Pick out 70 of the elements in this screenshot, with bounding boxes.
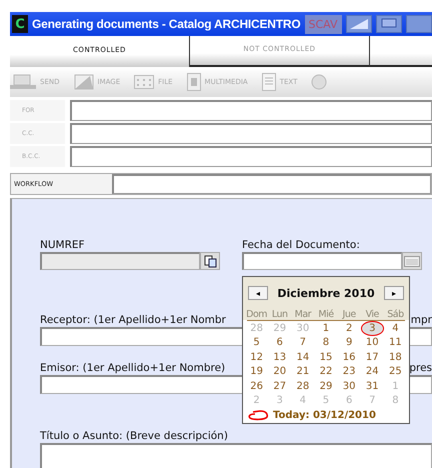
film-icon: [186, 73, 201, 91]
field-label: Título o Asunto: (Breve descripción): [40, 430, 229, 442]
weekday-label: Mié: [317, 309, 335, 320]
input-field[interactable]: [112, 174, 431, 194]
calendar-button[interactable]: [402, 252, 422, 270]
today-link[interactable]: Today: 03/12/2010: [273, 410, 376, 421]
calendar-day[interactable]: 1: [314, 321, 338, 336]
calendar-day[interactable]: 4: [384, 321, 407, 336]
field-label: mpr: [410, 314, 432, 326]
previous-month-button[interactable]: ◂: [248, 286, 268, 300]
calendar-day[interactable]: 22: [314, 364, 338, 379]
input-field[interactable]: [70, 100, 432, 121]
calendar-day[interactable]: 16: [338, 350, 361, 364]
input-field[interactable]: [70, 123, 432, 144]
calendar-day[interactable]: 3: [360, 321, 384, 336]
calendar-day[interactable]: 30: [338, 379, 361, 394]
month-title: Diciembre 2010: [277, 286, 375, 300]
field-label: Fecha del Documento:: [242, 239, 361, 251]
calendar-day[interactable]: 27: [268, 379, 292, 394]
calendar-day[interactable]: 15: [314, 350, 338, 364]
calendar-day[interactable]: 24: [360, 364, 384, 379]
weekday-label: Dom: [245, 309, 268, 320]
calendar-day[interactable]: 25: [384, 364, 407, 379]
monitor-icon[interactable]: [376, 15, 402, 33]
next-month-button[interactable]: ▸: [384, 286, 404, 300]
weekday-label: Sáb: [386, 309, 405, 320]
document-icon: [262, 73, 276, 91]
calendar-day[interactable]: 21: [291, 364, 314, 379]
app-icon: C: [12, 15, 28, 33]
calendar-day[interactable]: 9: [338, 336, 361, 350]
calendar-day[interactable]: 7: [291, 336, 314, 350]
grid-icon: [134, 75, 154, 89]
calendar-day[interactable]: 8: [314, 336, 338, 350]
window-icon[interactable]: [346, 15, 372, 33]
globe-icon: [311, 74, 328, 90]
picture-icon: [74, 74, 94, 90]
calendar-day[interactable]: 12: [245, 350, 268, 364]
weekday-label: Jue: [341, 309, 357, 320]
calendar-day[interactable]: 5: [245, 336, 268, 350]
calendar-day[interactable]: 23: [338, 364, 361, 379]
calendar-day[interactable]: 10: [360, 336, 384, 350]
field-label: pres: [409, 362, 432, 374]
calendar-day[interactable]: 19: [245, 364, 268, 379]
calendar-day[interactable]: 18: [384, 350, 407, 364]
computer-icon: [10, 74, 36, 90]
weekday-label: Lun: [270, 309, 289, 320]
calendar-day[interactable]: 28: [291, 379, 314, 394]
weekday-label: Vie: [364, 309, 380, 320]
calendar-day[interactable]: 29: [314, 379, 338, 394]
calendar-day[interactable]: 17: [360, 350, 384, 364]
calendar-day[interactable]: 14: [291, 350, 314, 364]
input-field[interactable]: [40, 252, 200, 270]
calendar-day[interactable]: 20: [268, 364, 292, 379]
calendar-day[interactable]: 11: [384, 336, 407, 350]
date-field[interactable]: [242, 252, 402, 270]
window-title: Generating documents - Catalog ARCHICENTRO: [32, 17, 301, 31]
calendar-day[interactable]: 13: [268, 350, 292, 364]
calendar-day[interactable]: 26: [245, 379, 268, 394]
calendar-day[interactable]: 31: [360, 379, 384, 394]
copy-button[interactable]: [200, 252, 220, 270]
documents-icon: [204, 254, 216, 268]
calendar-day[interactable]: 2: [338, 321, 361, 336]
calendar-day[interactable]: 6: [268, 336, 292, 350]
calendar-icon: [404, 256, 420, 266]
scav-label: SCAV: [304, 14, 342, 34]
field-label: Receptor: (1er Apellido+1er Nombr: [40, 314, 226, 326]
field-label: Emisor: (1er Apellido+1er Nombre): [40, 362, 226, 374]
field-label: NUMREF: [40, 239, 86, 251]
input-field[interactable]: [70, 146, 432, 167]
weekday-label: Mar: [294, 309, 312, 320]
